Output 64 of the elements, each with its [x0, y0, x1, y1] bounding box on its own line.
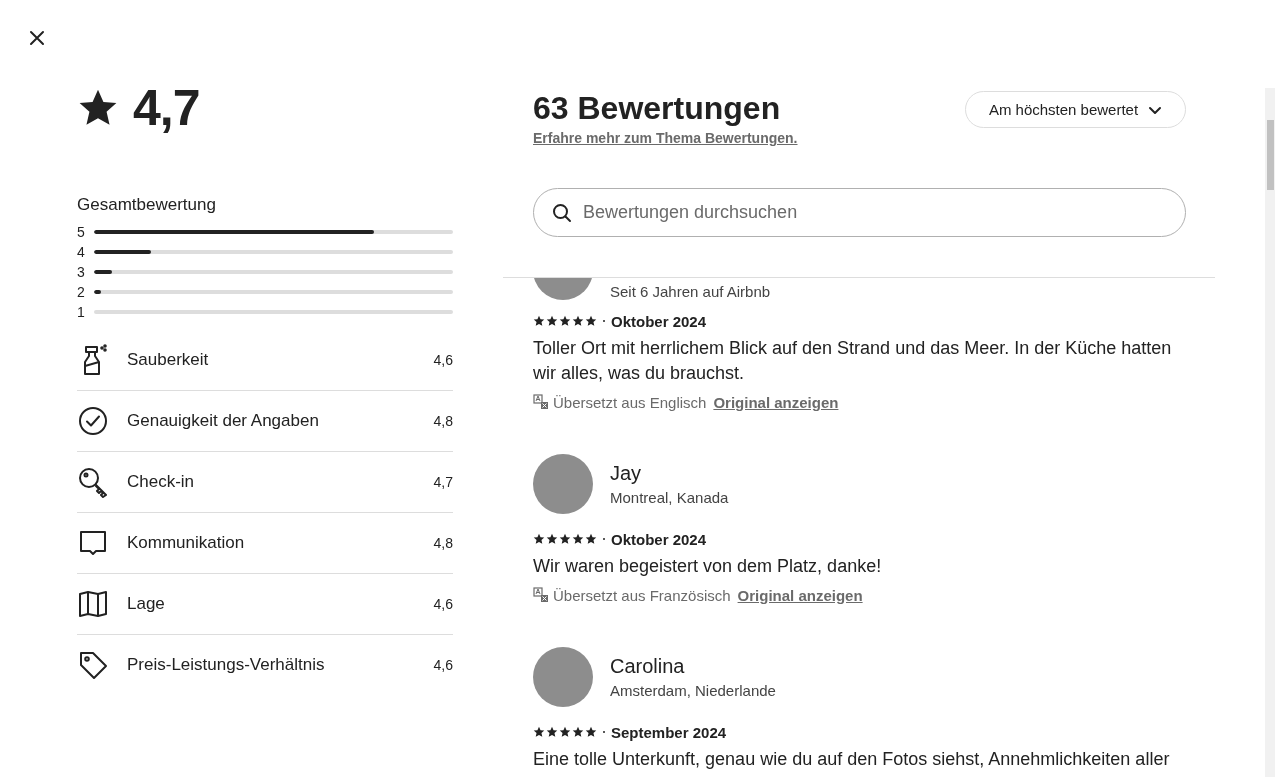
category-label: Kommunikation [127, 533, 246, 553]
rating-label: 4 [77, 244, 86, 260]
review-date: Oktober 2024 [611, 312, 707, 330]
review-date: Oktober 2024 [611, 530, 707, 548]
learn-more-link[interactable]: Erfahre mehr zum Thema Bewertungen. [533, 130, 798, 146]
reviewer-subtitle: Seit 6 Jahren auf Airbnb [610, 283, 771, 300]
star-icon [572, 315, 584, 327]
category-label: Sauberkeit [127, 350, 210, 370]
star-icon [572, 533, 584, 545]
translate-icon [533, 394, 549, 410]
star-icon [559, 533, 571, 545]
category-label: Genauigkeit der Angaben [127, 411, 320, 431]
category-score: 4,8 [433, 535, 453, 551]
rating-label: 2 [77, 284, 86, 300]
category-label: Lage [127, 594, 166, 614]
category-label: Preis-Leistungs-Verhältnis [127, 655, 326, 675]
check-circle-icon [77, 405, 109, 437]
category-score: 4,7 [433, 474, 453, 490]
category-score: 4,8 [433, 413, 453, 429]
category-label: Check-in [127, 472, 196, 492]
star-icon [559, 315, 571, 327]
category-score: 4,6 [433, 596, 453, 612]
star-icon [585, 533, 597, 545]
search-icon [552, 203, 572, 223]
reviewer-subtitle: Montreal, Kanada [610, 489, 729, 506]
review-text: Eine tolle Unterkunft, genau wie du auf den Fotos siehst, Annehmlichkeiten aller [533, 748, 1171, 771]
category-score: 4,6 [433, 352, 453, 368]
star-icon [533, 315, 545, 327]
star-icon [546, 315, 558, 327]
star-icon [585, 726, 597, 738]
rating-label: 1 [77, 304, 86, 320]
rating-label: 3 [77, 264, 86, 280]
show-original-link[interactable]: Original anzeigen [737, 586, 863, 604]
reviewer-subtitle: Amsterdam, Niederlande [610, 682, 776, 699]
avatar [533, 647, 593, 707]
star-icon [559, 726, 571, 738]
translation-note: Übersetzt aus Französisch [553, 586, 731, 604]
translate-icon [533, 587, 549, 603]
star-icon [585, 315, 597, 327]
avatar [533, 454, 593, 514]
reviewer-name: Jay [610, 462, 643, 485]
translation-note: Übersetzt aus Englisch [553, 393, 707, 411]
map-icon [77, 588, 109, 620]
review-text: Toller Ort mit herrlichem Blick auf den Strand und das Meer. In der Küche hatten wir alles, was du brauchst. [533, 337, 1173, 385]
star-icon [546, 726, 558, 738]
search-field[interactable]: Bewertungen durchsuchen [533, 188, 1186, 237]
star-icon [572, 726, 584, 738]
distribution-title: Gesamtbewertung [77, 194, 217, 216]
star-icon [546, 533, 558, 545]
rating-label: 5 [77, 224, 86, 240]
overall-rating: 4,7 [133, 79, 200, 137]
review-text: Wir waren begeistert von dem Platz, danke! [533, 555, 883, 578]
key-icon [77, 466, 109, 498]
star-icon [533, 533, 545, 545]
close-icon [29, 30, 45, 46]
reviews-title: 63 Bewertungen [533, 89, 781, 128]
sort-dropdown[interactable]: Am höchsten bewertet [965, 91, 1186, 128]
reviewer-name: Carolina [610, 655, 686, 678]
star-icon [533, 726, 545, 738]
show-original-link[interactable]: Original anzeigen [713, 393, 839, 411]
review-date: September 2024 [611, 723, 727, 741]
category-score: 4,6 [433, 657, 453, 673]
scrollbar-thumb[interactable] [1266, 120, 1274, 190]
tag-icon [77, 649, 109, 681]
